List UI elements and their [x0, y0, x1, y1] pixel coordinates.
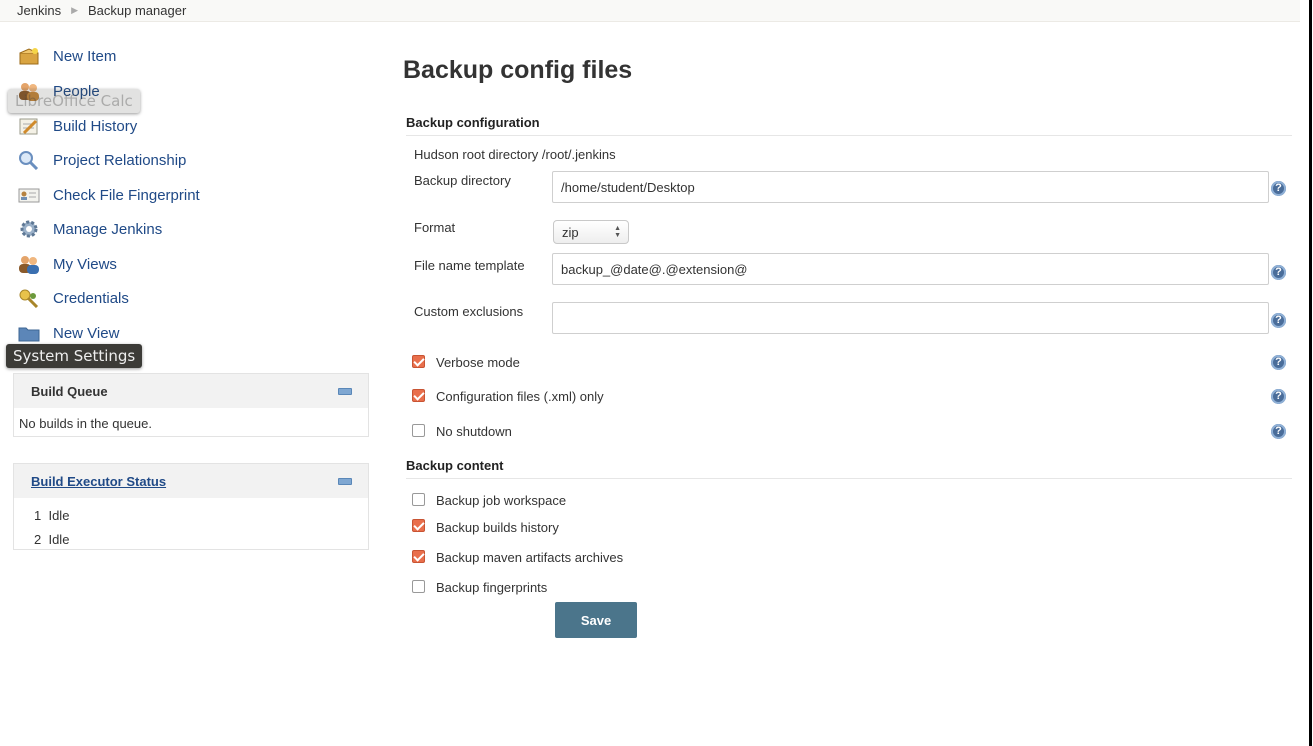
section-backup-configuration: Backup configuration: [406, 115, 1292, 136]
build-executor-header: Build Executor Status: [14, 464, 368, 498]
search-icon: [18, 150, 40, 171]
no-shutdown-label: No shutdown: [436, 424, 512, 439]
save-button[interactable]: Save: [555, 602, 637, 638]
task-label: Build History: [53, 117, 138, 135]
task-label: Credentials: [53, 289, 129, 307]
no-shutdown-checkbox[interactable]: [412, 424, 425, 437]
fingerprint-card-icon: [18, 185, 40, 205]
page-title: Backup config files: [403, 56, 633, 84]
backup-fingerprints-checkbox[interactable]: [412, 580, 425, 593]
task-label: Check File Fingerprint: [53, 186, 200, 204]
executor-number: 1: [34, 508, 42, 523]
build-queue-title: Build Queue: [31, 383, 108, 399]
people-icon: [18, 254, 40, 274]
collapse-icon[interactable]: [338, 387, 352, 395]
hudson-root-value: /root/.jenkins: [541, 147, 616, 162]
backup-fingerprints-label: Backup fingerprints: [436, 580, 548, 595]
format-label: Format: [414, 220, 456, 235]
build-queue-empty: No builds in the queue.: [19, 416, 152, 431]
format-selected-value: zip: [562, 224, 579, 240]
task-label: Project Relationship: [53, 151, 187, 169]
format-select[interactable]: zip ▲ ▼: [553, 220, 629, 244]
collapse-icon[interactable]: [338, 477, 352, 485]
gear-icon: [18, 219, 40, 239]
task-label: My Views: [53, 255, 117, 273]
help-icon[interactable]: ?: [1271, 355, 1286, 370]
executor-row: 1 Idle: [34, 504, 368, 528]
build-executor-title-link[interactable]: Build Executor Status: [31, 474, 166, 489]
task-label: New Item: [53, 47, 117, 65]
executor-state: Idle: [48, 508, 70, 523]
notepad-icon: [18, 116, 40, 136]
folder-icon: [18, 323, 40, 343]
backup-directory-input[interactable]: [552, 171, 1269, 203]
task-build-history[interactable]: Build History: [18, 115, 137, 137]
help-icon[interactable]: ?: [1271, 181, 1286, 196]
help-icon[interactable]: ?: [1271, 424, 1286, 439]
custom-exclusions-input[interactable]: [552, 302, 1269, 334]
breadcrumb-separator-icon: ▶: [71, 5, 78, 15]
breadcrumb-jenkins[interactable]: Jenkins: [17, 3, 61, 18]
breadcrumb-backup-manager[interactable]: Backup manager: [88, 3, 186, 18]
task-label: New View: [53, 324, 120, 342]
file-name-template-label: File name template: [414, 258, 525, 273]
hudson-root-label: Hudson root directory: [414, 147, 539, 162]
executor-state: Idle: [48, 532, 70, 547]
custom-exclusions-label: Custom exclusions: [414, 304, 524, 319]
backup-builds-history-label: Backup builds history: [436, 520, 559, 535]
libreoffice-calc-tooltip: LibreOffice Calc: [8, 89, 140, 113]
help-icon[interactable]: ?: [1271, 265, 1286, 280]
help-icon[interactable]: ?: [1271, 389, 1286, 404]
backup-maven-artifacts-checkbox[interactable]: [412, 550, 425, 563]
backup-job-workspace-checkbox[interactable]: [412, 493, 425, 506]
backup-maven-artifacts-label: Backup maven artifacts archives: [436, 550, 624, 565]
backup-directory-label: Backup directory: [414, 173, 511, 188]
new-item-icon: [18, 46, 40, 66]
backup-job-workspace-label: Backup job workspace: [436, 493, 567, 508]
task-new-item[interactable]: New Item: [18, 45, 116, 67]
task-my-views[interactable]: My Views: [18, 253, 117, 275]
help-icon[interactable]: ?: [1271, 313, 1286, 328]
window-edge: [1300, 0, 1313, 746]
hudson-root-row: Hudson root directory /root/.jenkins: [414, 147, 616, 162]
key-icon: [18, 288, 40, 309]
system-settings-tooltip: System Settings: [6, 344, 143, 368]
file-name-template-input[interactable]: [552, 253, 1269, 285]
task-label: Manage Jenkins: [53, 220, 163, 238]
task-manage-jenkins[interactable]: Manage Jenkins: [18, 218, 162, 240]
build-queue-pane: Build Queue No builds in the queue.: [13, 373, 369, 437]
task-new-view[interactable]: New View: [18, 322, 119, 344]
build-executor-pane: Build Executor Status 1 Idle 2 Idle: [13, 463, 369, 550]
breadcrumb: Jenkins ▶ Backup manager: [0, 0, 1300, 22]
verbose-mode-checkbox[interactable]: [412, 355, 425, 368]
section-backup-content: Backup content: [406, 458, 1292, 479]
select-arrows-icon: ▲ ▼: [614, 225, 621, 239]
config-files-only-checkbox[interactable]: [412, 389, 425, 402]
task-credentials[interactable]: Credentials: [18, 287, 129, 309]
task-project-relationship[interactable]: Project Relationship: [18, 149, 186, 171]
verbose-mode-label: Verbose mode: [436, 355, 520, 370]
task-check-file-fingerprint[interactable]: Check File Fingerprint: [18, 184, 200, 206]
backup-builds-history-checkbox[interactable]: [412, 519, 425, 532]
config-files-only-label: Configuration files (.xml) only: [436, 389, 604, 404]
executor-row: 2 Idle: [34, 528, 368, 552]
executor-number: 2: [34, 532, 42, 547]
build-queue-header: Build Queue: [14, 374, 368, 408]
